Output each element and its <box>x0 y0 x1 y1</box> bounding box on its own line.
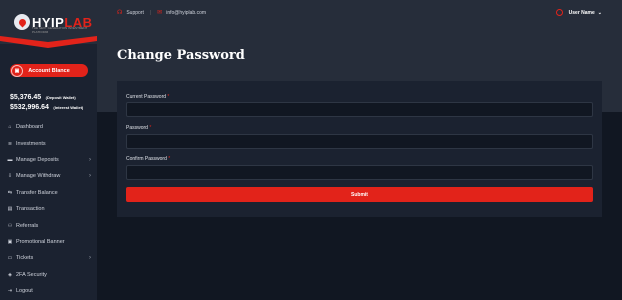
users-icon: ⚇ <box>7 222 13 229</box>
image-icon: ▣ <box>7 238 13 245</box>
user-menu[interactable]: User Name ⌄ <box>555 9 602 16</box>
sidebar-item-logout[interactable]: ⇥ Logout <box>0 283 97 299</box>
current-password-input[interactable] <box>126 102 593 117</box>
sidebar-item-investments[interactable]: ≋ Investments <box>0 135 97 151</box>
sidebar-menu: ⌂ Dashboard ≋ Investments ▬ Manage Deposits › ⇩… <box>0 119 97 299</box>
chevron-right-icon: › <box>89 255 91 262</box>
ticket-icon: ▭ <box>7 255 13 262</box>
transaction-icon: ▤ <box>7 206 13 213</box>
sidebar-item-tickets[interactable]: ▭ Tickets › <box>0 250 97 266</box>
sidebar-item-2fa-security[interactable]: ◈ 2FA Security <box>0 267 97 283</box>
user-name: User Name <box>568 9 595 16</box>
sidebar-item-transfer-balance[interactable]: ⇆ Transfer Balance <box>0 185 97 201</box>
support-link[interactable]: Support <box>126 10 144 16</box>
sidebar-item-promotional-banner[interactable]: ▣ Promotional Banner <box>0 234 97 250</box>
withdraw-icon: ⇩ <box>7 173 13 180</box>
confirm-password-input[interactable] <box>126 165 593 180</box>
header-divider: | <box>149 9 152 16</box>
sidebar-item-label: Tickets <box>16 255 34 262</box>
user-icon <box>555 9 563 16</box>
sidebar: HYIPLAB THE NEXT GENERATION INVESTMENT P… <box>0 0 97 300</box>
home-icon: ⌂ <box>8 124 12 131</box>
sidebar-item-label: 2FA Security <box>16 271 47 278</box>
transfer-icon: ⇆ <box>7 189 13 196</box>
sidebar-red-band <box>0 36 97 48</box>
logo-tagline: THE NEXT GENERATION INVESTMENT PLATFORM <box>32 26 88 34</box>
chevron-right-icon: › <box>89 156 91 163</box>
chevron-right-icon: › <box>89 173 91 180</box>
sidebar-item-transaction[interactable]: ▤ Transaction <box>0 201 97 217</box>
envelope-icon: ✉ <box>157 10 163 16</box>
interest-wallet-balance: $532,996.64 (Interest Wallet) <box>10 104 84 111</box>
password-label: Password * <box>126 125 152 131</box>
logout-icon: ⇥ <box>7 288 13 295</box>
submit-button[interactable]: Submit <box>126 187 593 202</box>
email-link[interactable]: info@hyiplab.com <box>166 10 206 16</box>
sidebar-item-label: Manage Withdraw <box>16 173 61 180</box>
password-input[interactable] <box>126 134 593 149</box>
sidebar-item-label: Transfer Balance <box>16 189 58 196</box>
headset-icon: ☊ <box>117 10 123 16</box>
sidebar-item-label: Manage Deposits <box>16 156 59 163</box>
confirm-password-label: Confirm Password * <box>126 156 171 162</box>
sidebar-item-dashboard[interactable]: ⌂ Dashboard <box>0 119 97 135</box>
shield-icon: ◈ <box>8 271 12 278</box>
wallet-icon: ▣ <box>11 64 23 77</box>
sidebar-item-label: Investments <box>16 140 46 147</box>
sidebar-item-label: Transaction <box>16 206 45 213</box>
account-balance-button[interactable]: ▣ Account Blance <box>10 64 88 77</box>
sidebar-item-manage-withdraw[interactable]: ⇩ Manage Withdraw › <box>0 168 97 184</box>
wallet-icon: ▬ <box>7 156 13 163</box>
sidebar-item-label: Logout <box>16 288 33 295</box>
change-password-form: Current Password * Password * Confirm Pa… <box>117 81 602 217</box>
sidebar-item-referrals[interactable]: ⚇ Referrals <box>0 217 97 233</box>
chevron-down-icon: ⌄ <box>597 9 602 16</box>
sidebar-item-manage-deposits[interactable]: ▬ Manage Deposits › <box>0 152 97 168</box>
layers-icon: ≋ <box>7 140 13 147</box>
logo-drop-icon <box>14 14 30 30</box>
top-header: ☊ Support | ✉ info@hyiplab.com User Name… <box>97 0 622 24</box>
sidebar-item-label: Referrals <box>16 222 39 229</box>
account-balance-label: Account Blance <box>28 67 70 74</box>
current-password-label: Current Password * <box>126 94 170 100</box>
page-title: Change Password <box>117 48 245 63</box>
sidebar-item-label: Dashboard <box>16 124 43 131</box>
sidebar-item-label: Promotional Banner <box>16 238 65 245</box>
